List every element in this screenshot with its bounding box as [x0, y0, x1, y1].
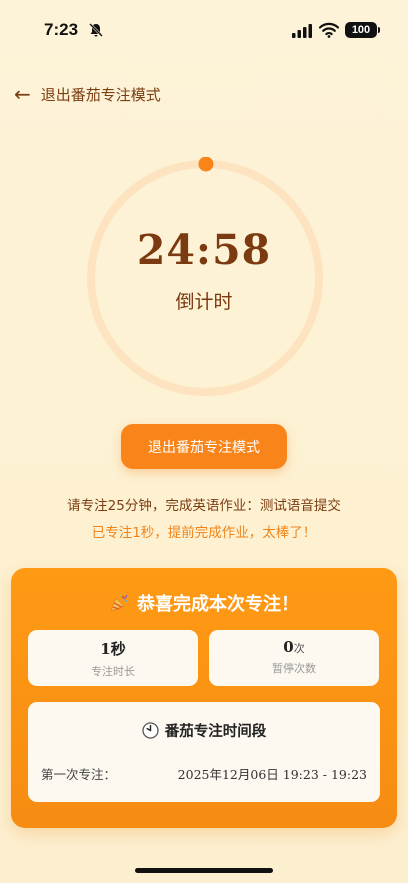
status-bar: 7:23 100: [0, 0, 408, 50]
timer-progress-ring: [87, 157, 323, 396]
status-time: 7:23: [44, 20, 79, 39]
timer-label: 倒计时: [175, 291, 233, 313]
period-time-range: 2025年12月06日 19:23 - 19:23: [177, 767, 367, 782]
cellular-signal-icon: [292, 24, 312, 38]
period-title-row: 番茄专注时间段: [28, 720, 380, 741]
back-label: 退出番茄专注模式: [40, 85, 161, 104]
stat-value: 1秒: [100, 640, 126, 658]
battery-indicator: 100: [345, 22, 377, 38]
exit-focus-mode-button[interactable]: 退出番茄专注模式: [121, 424, 287, 469]
timer-countdown: 24:58: [136, 226, 272, 274]
focus-period-section: 番茄专注时间段 第一次专注： 2025年12月06日 19:23 - 19:23: [28, 702, 380, 802]
completion-title: 恭喜完成本次专注！: [137, 594, 299, 615]
back-button[interactable]: ← 退出番茄专注模式: [14, 82, 161, 106]
clock-icon: [142, 722, 159, 739]
period-label: 第一次专注：: [41, 767, 117, 782]
stat-caption: 暂停次数: [272, 662, 316, 675]
arrow-left-icon: ←: [14, 82, 31, 106]
bell-off-icon: [89, 23, 103, 37]
timer-progress-dot: [198, 157, 214, 172]
completion-card: 恭喜完成本次专注！ 1秒 专注时长 0次 暂停次数 番茄专注时间段 第一次专注：…: [11, 568, 397, 828]
home-indicator[interactable]: [135, 868, 273, 873]
task-instruction: 请专注25分钟，完成英语作业：测试语音提交: [67, 498, 341, 514]
achievement-message: 已专注1秒，提前完成作业，太棒了！: [91, 525, 317, 541]
period-title: 番茄专注时间段: [164, 724, 267, 740]
battery-nub: [378, 27, 380, 33]
pause-count-stat: 0次 暂停次数: [209, 630, 379, 686]
focus-duration-stat: 1秒 专注时长: [28, 630, 198, 686]
stat-caption: 专注时长: [91, 665, 135, 678]
stat-value: 0次: [283, 638, 305, 656]
completion-title-row: 恭喜完成本次专注！: [11, 590, 397, 616]
wifi-icon: [319, 22, 339, 38]
party-popper-icon: [110, 594, 128, 612]
